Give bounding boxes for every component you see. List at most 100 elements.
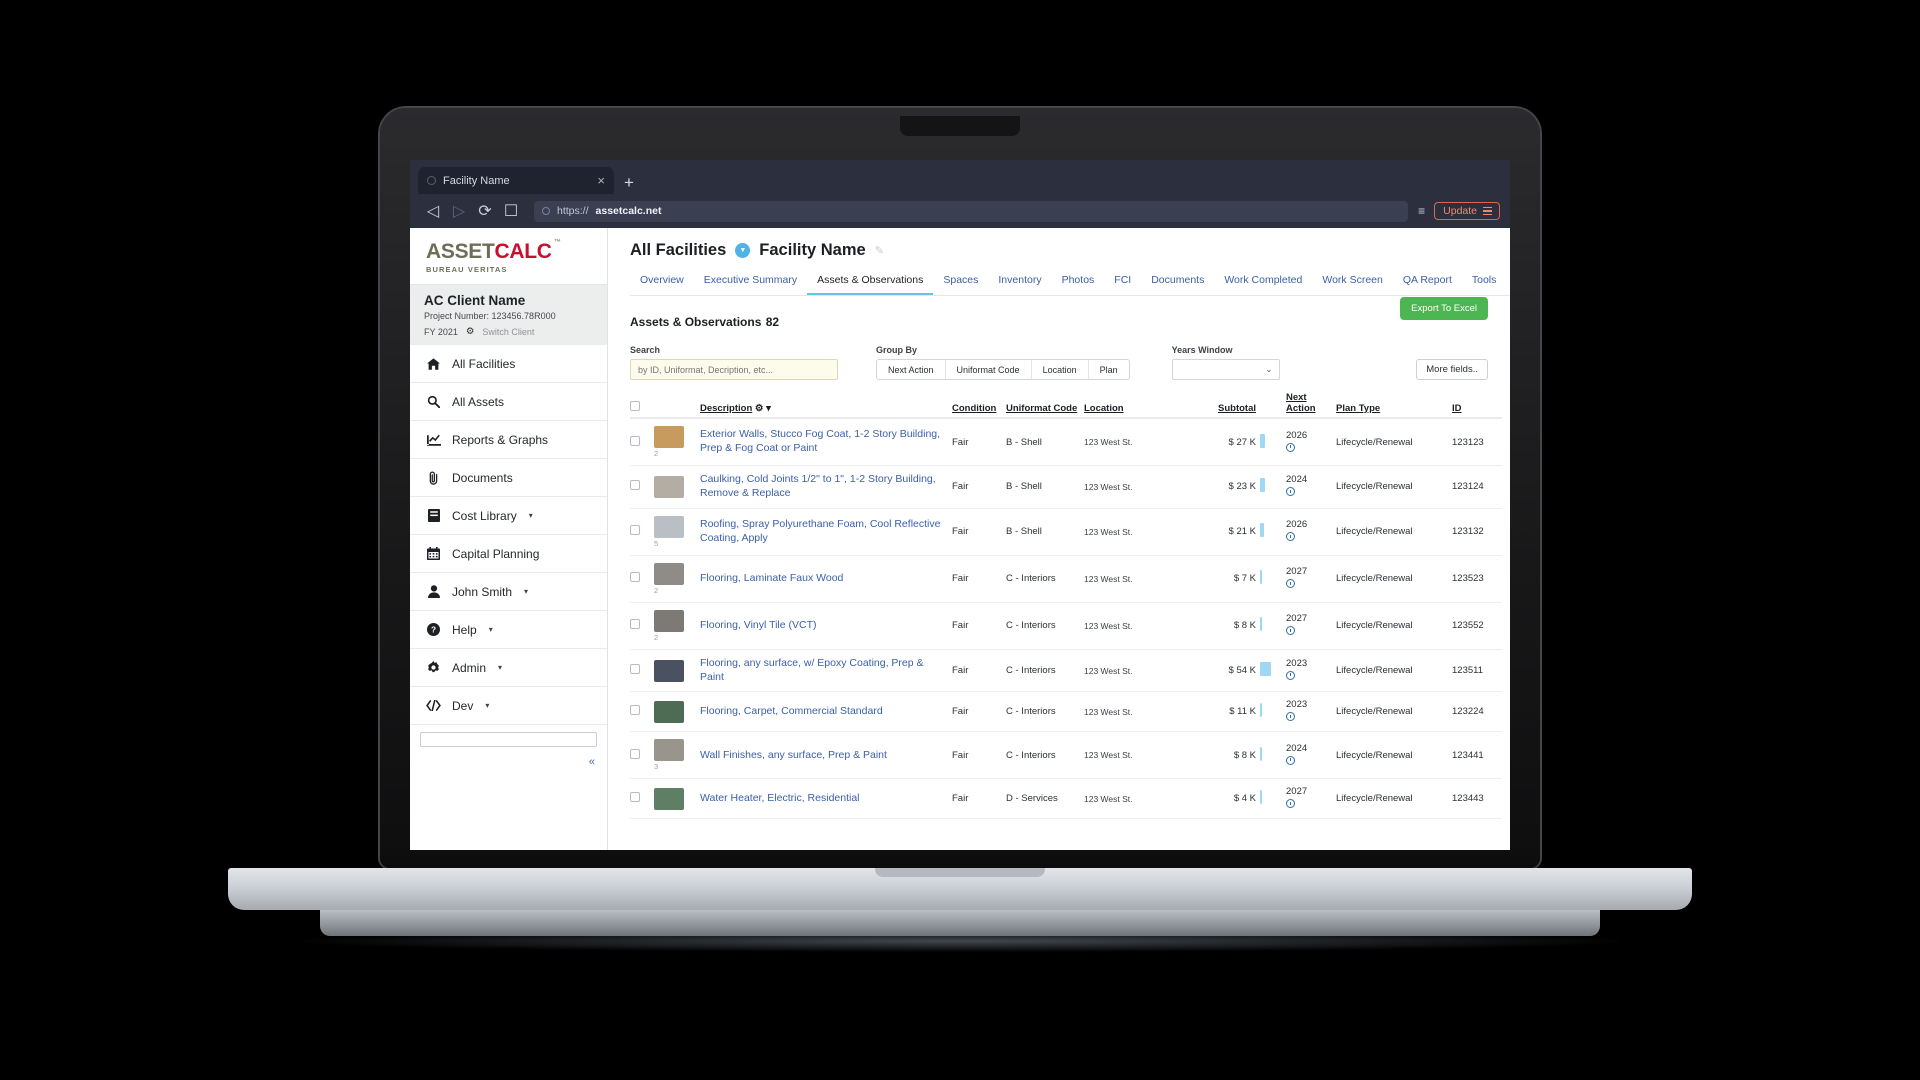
row-id-link[interactable]: 123132 <box>1452 508 1502 556</box>
checkbox-icon[interactable] <box>630 664 640 675</box>
asset-thumbnail[interactable] <box>654 426 684 448</box>
column-description[interactable]: Description ⚙ ▾ <box>700 392 952 418</box>
row-checkbox-cell[interactable] <box>630 465 654 509</box>
new-tab-button[interactable]: + <box>624 174 634 194</box>
close-icon[interactable]: × <box>597 174 605 187</box>
asset-thumbnail[interactable] <box>654 562 684 585</box>
asset-thumbnail[interactable] <box>654 475 684 498</box>
tab-inventory[interactable]: Inventory <box>988 270 1051 295</box>
asset-description-link[interactable]: Flooring, Laminate Faux Wood <box>700 572 843 584</box>
column-settings-icon[interactable]: ⚙ <box>755 403 764 414</box>
gear-icon[interactable]: ⚙ <box>466 326 475 337</box>
column-condition[interactable]: Condition <box>952 392 1006 418</box>
row-id-link[interactable]: 123123 <box>1452 418 1502 466</box>
sidebar-item-reports-graphs[interactable]: Reports & Graphs <box>410 421 607 459</box>
tab-overview[interactable]: Overview <box>630 270 694 295</box>
asset-description-link[interactable]: Caulking, Cold Joints 1/2" to 1", 1-2 St… <box>700 473 936 499</box>
tab-photos[interactable]: Photos <box>1052 270 1105 295</box>
reload-icon[interactable]: ⟳ <box>472 198 498 224</box>
table-row[interactable]: 5 Roofing, Spray Polyurethane Foam, Cool … <box>630 508 1502 556</box>
tab-documents[interactable]: Documents <box>1141 270 1214 295</box>
row-id-link[interactable]: 123441 <box>1452 731 1502 780</box>
tab-tools[interactable]: Tools <box>1462 270 1507 295</box>
table-row[interactable]: Flooring, any surface, w/ Epoxy Coating,… <box>630 649 1502 693</box>
checkbox-icon[interactable] <box>630 748 640 759</box>
row-checkbox-cell[interactable] <box>630 602 654 650</box>
collapse-sidebar-button[interactable]: « <box>410 747 607 768</box>
tab-executive-summary[interactable]: Executive Summary <box>694 270 807 295</box>
column-subtotal[interactable]: Subtotal <box>1188 392 1260 418</box>
sidebar-item-dev[interactable]: Dev ▾ <box>410 687 607 725</box>
row-description-cell[interactable]: Roofing, Spray Polyurethane Foam, Cool R… <box>700 508 952 556</box>
group-by-next-action[interactable]: Next Action <box>877 360 946 379</box>
asset-description-link[interactable]: Flooring, Carpet, Commercial Standard <box>700 705 883 717</box>
checkbox-icon[interactable] <box>630 401 640 411</box>
table-row[interactable]: Caulking, Cold Joints 1/2" to 1", 1-2 St… <box>630 465 1502 509</box>
checkbox-icon[interactable] <box>630 480 640 491</box>
group-by-location[interactable]: Location <box>1032 360 1089 379</box>
row-thumbnail-cell[interactable]: 5 <box>654 508 700 556</box>
row-thumbnail-cell[interactable] <box>654 465 700 509</box>
back-icon[interactable]: ◁ <box>420 198 446 224</box>
table-row[interactable]: 2 Exterior Walls, Stucco Fog Coat, 1-2 St… <box>630 418 1502 466</box>
sidebar-search-input[interactable] <box>420 732 597 747</box>
tab-work-completed[interactable]: Work Completed <box>1214 270 1312 295</box>
breadcrumb-root[interactable]: All Facilities <box>630 241 726 260</box>
asset-description-link[interactable]: Wall Finishes, any surface, Prep & Paint <box>700 749 887 761</box>
row-description-cell[interactable]: Flooring, Vinyl Tile (VCT) <box>700 602 952 650</box>
asset-description-link[interactable]: Roofing, Spray Polyurethane Foam, Cool R… <box>700 518 940 544</box>
column-location[interactable]: Location <box>1084 392 1188 418</box>
row-thumbnail-cell[interactable]: 3 <box>654 731 700 780</box>
row-checkbox-cell[interactable] <box>630 508 654 556</box>
browser-tab[interactable]: Facility Name × <box>418 167 614 194</box>
tab-assets-observations[interactable]: Assets & Observations <box>807 270 934 295</box>
asset-thumbnail[interactable] <box>654 515 684 538</box>
row-thumbnail-cell[interactable]: 2 <box>654 418 700 466</box>
row-thumbnail-cell[interactable] <box>654 649 700 693</box>
table-row[interactable]: Flooring, Carpet, Commercial Standard Fai… <box>630 691 1502 733</box>
sidebar-item-help[interactable]: ? Help ▾ <box>410 611 607 649</box>
asset-description-link[interactable]: Exterior Walls, Stucco Fog Coat, 1-2 Sto… <box>700 428 940 454</box>
row-checkbox-cell[interactable] <box>630 691 654 733</box>
sidebar-item-all-assets[interactable]: All Assets <box>410 383 607 421</box>
row-thumbnail-cell[interactable] <box>654 691 700 733</box>
column-plan-type[interactable]: Plan Type <box>1336 392 1452 418</box>
more-fields-button[interactable]: More fields.. <box>1416 359 1488 380</box>
search-input[interactable] <box>630 359 838 380</box>
row-thumbnail-cell[interactable] <box>654 778 700 820</box>
asset-thumbnail[interactable] <box>654 659 684 682</box>
table-row[interactable]: 2 Flooring, Vinyl Tile (VCT) Fair C - Inter… <box>630 602 1502 650</box>
row-id-link[interactable]: 123443 <box>1452 778 1502 820</box>
export-to-excel-button[interactable]: Export To Excel <box>1400 297 1488 320</box>
asset-thumbnail[interactable] <box>654 787 684 810</box>
checkbox-icon[interactable] <box>630 572 640 583</box>
row-id-link[interactable]: 123552 <box>1452 602 1502 650</box>
checkbox-icon[interactable] <box>630 792 640 803</box>
checkbox-icon[interactable] <box>630 619 640 630</box>
group-by-plan[interactable]: Plan <box>1089 360 1129 379</box>
column-id[interactable]: ID <box>1452 392 1502 418</box>
row-description-cell[interactable]: Flooring, any surface, w/ Epoxy Coating,… <box>700 649 952 693</box>
select-all-header[interactable] <box>630 392 654 418</box>
asset-thumbnail[interactable] <box>654 739 684 762</box>
row-checkbox-cell[interactable] <box>630 418 654 466</box>
checkbox-icon[interactable] <box>630 705 640 716</box>
row-checkbox-cell[interactable] <box>630 731 654 780</box>
chevron-down-icon[interactable]: ▾ <box>766 403 771 414</box>
tab-qa-report[interactable]: QA Report <box>1393 270 1462 295</box>
asset-description-link[interactable]: Flooring, Vinyl Tile (VCT) <box>700 619 817 631</box>
asset-thumbnail[interactable] <box>654 700 684 723</box>
url-bar[interactable]: https:// assetcalc.net <box>534 200 1409 222</box>
asset-description-link[interactable]: Flooring, any surface, w/ Epoxy Coating,… <box>700 657 924 683</box>
row-description-cell[interactable]: Water Heater, Electric, Residential <box>700 778 952 820</box>
tab-spaces[interactable]: Spaces <box>933 270 988 295</box>
switch-client-link[interactable]: Switch Client <box>482 327 534 337</box>
app-logo[interactable]: ASSETCALC ™ BUREAU VERITAS <box>410 228 607 284</box>
years-window-select[interactable]: ⌄ <box>1171 359 1280 380</box>
sidebar-item-cost-library[interactable]: Cost Library ▾ <box>410 497 607 535</box>
row-id-link[interactable]: 123523 <box>1452 555 1502 603</box>
forward-icon[interactable]: ▷ <box>446 198 472 224</box>
sidebar-item-all-facilities[interactable]: All Facilities <box>410 345 607 383</box>
update-button[interactable]: Update <box>1434 201 1500 221</box>
row-checkbox-cell[interactable] <box>630 649 654 693</box>
